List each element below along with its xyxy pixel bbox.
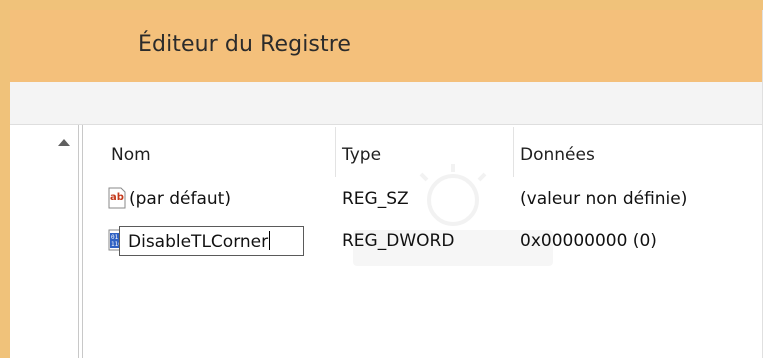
column-separator[interactable]: [335, 127, 336, 177]
registry-editor-window: Éditeur du Registre Nom Type Données ab …: [10, 10, 763, 358]
values-list-pane[interactable]: Nom Type Données ab (par défaut) REG_SZ …: [83, 125, 763, 358]
watermark-logo: [353, 164, 553, 266]
svg-text:ab: ab: [110, 192, 124, 203]
value-data: 0x00000000 (0): [520, 231, 657, 251]
title-bar[interactable]: Éditeur du Registre: [10, 10, 763, 82]
text-caret: [269, 231, 271, 250]
tree-scrollbar[interactable]: [50, 125, 79, 358]
column-header-data[interactable]: Données: [520, 145, 595, 165]
column-header-name[interactable]: Nom: [111, 145, 151, 165]
window-title: Éditeur du Registre: [138, 32, 352, 57]
string-value-icon: ab: [108, 187, 126, 209]
column-separator[interactable]: [513, 127, 514, 177]
value-name-edit-text: DisableTLCorner: [128, 232, 269, 252]
value-name: (par défaut): [129, 189, 231, 209]
column-header-type[interactable]: Type: [342, 145, 381, 165]
value-type: REG_DWORD: [342, 231, 455, 251]
rename-edit-field[interactable]: DisableTLCorner: [119, 226, 304, 256]
menu-bar: [10, 82, 763, 125]
scroll-up-arrow-icon[interactable]: [58, 139, 70, 146]
value-type: REG_SZ: [342, 189, 409, 209]
value-data: (valeur non définie): [520, 189, 688, 209]
